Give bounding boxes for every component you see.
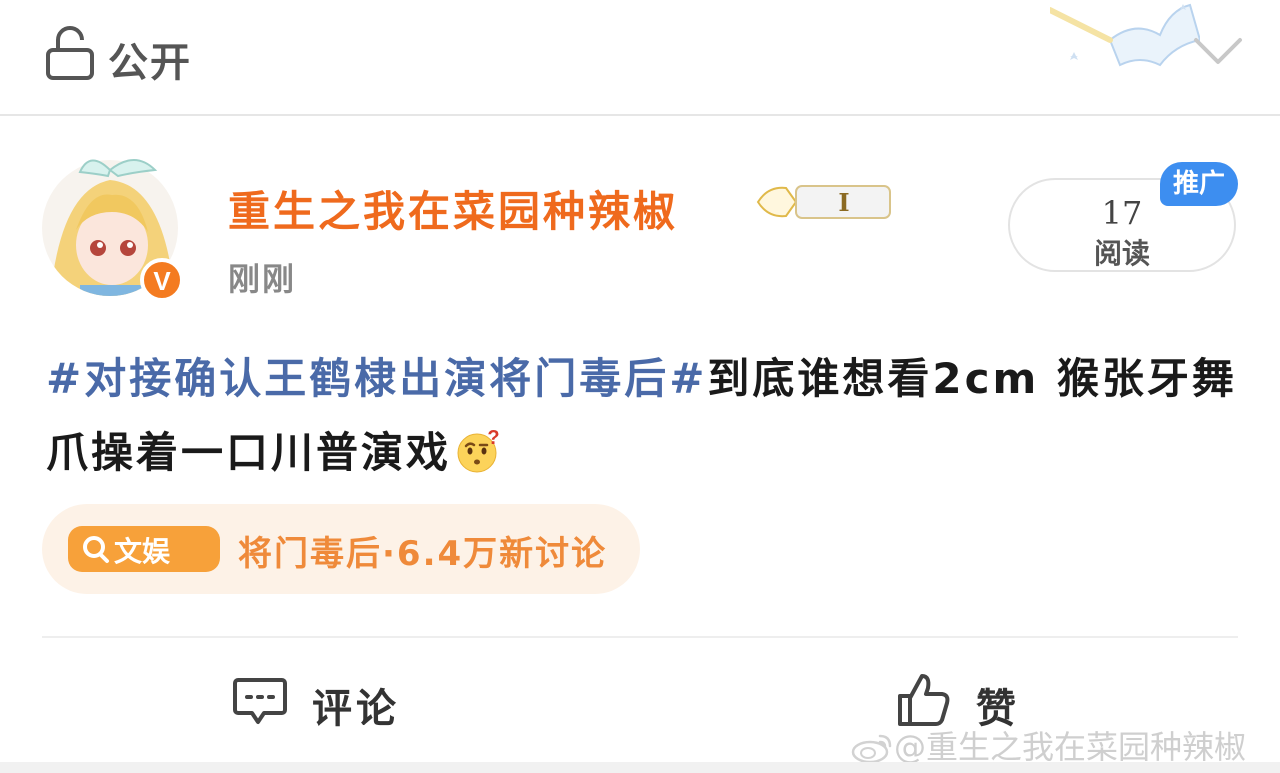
visibility-label[interactable]: 公开 [108, 30, 192, 88]
topic-chip[interactable]: 文娱 将门毒后·6.4万新讨论 [42, 504, 640, 594]
comment-button[interactable]: 评论 [232, 668, 452, 738]
top-bar: 公开 [0, 0, 1280, 114]
svg-text:I: I [838, 188, 849, 217]
comment-label: 评论 [312, 686, 400, 732]
book-decoration-icon [1050, 3, 1200, 67]
search-icon [83, 536, 109, 563]
svg-text:?: ? [487, 427, 502, 449]
topic-category-badge: 文娱 [68, 526, 220, 572]
verified-badge: V [153, 266, 171, 296]
chevron-down-icon[interactable] [1192, 32, 1244, 68]
top-divider [0, 114, 1280, 116]
hashtag-link[interactable]: #对接确认王鹤棣出演将门毒后# [46, 354, 707, 403]
post-timestamp: 刚刚 [228, 260, 297, 298]
lock-icon[interactable] [44, 26, 96, 80]
avatar[interactable]: V [40, 150, 190, 300]
raised-eyebrow-emoji-icon: ? [457, 427, 502, 473]
post-body: #对接确认王鹤棣出演将门毒后#到底谁想看2cm 猴张牙舞爪操着一口川普演戏 ? [46, 342, 1246, 490]
bottom-strip [0, 762, 1280, 773]
thumbs-up-icon [898, 674, 950, 726]
topic-text: 将门毒后·6.4万新讨论 [238, 534, 608, 574]
comment-icon [233, 678, 287, 724]
promote-tag[interactable]: 推广 [1160, 162, 1238, 206]
topic-category-label: 文娱 [114, 535, 171, 568]
actions-divider [42, 636, 1238, 638]
username[interactable]: 重生之我在菜园种辣椒 [228, 178, 678, 239]
watermark-text: @重生之我在菜园种辣椒 [894, 728, 1247, 766]
weibo-logo-icon [851, 734, 892, 764]
read-label: 阅读 [1093, 237, 1150, 270]
level-badge-icon: I [756, 185, 891, 219]
